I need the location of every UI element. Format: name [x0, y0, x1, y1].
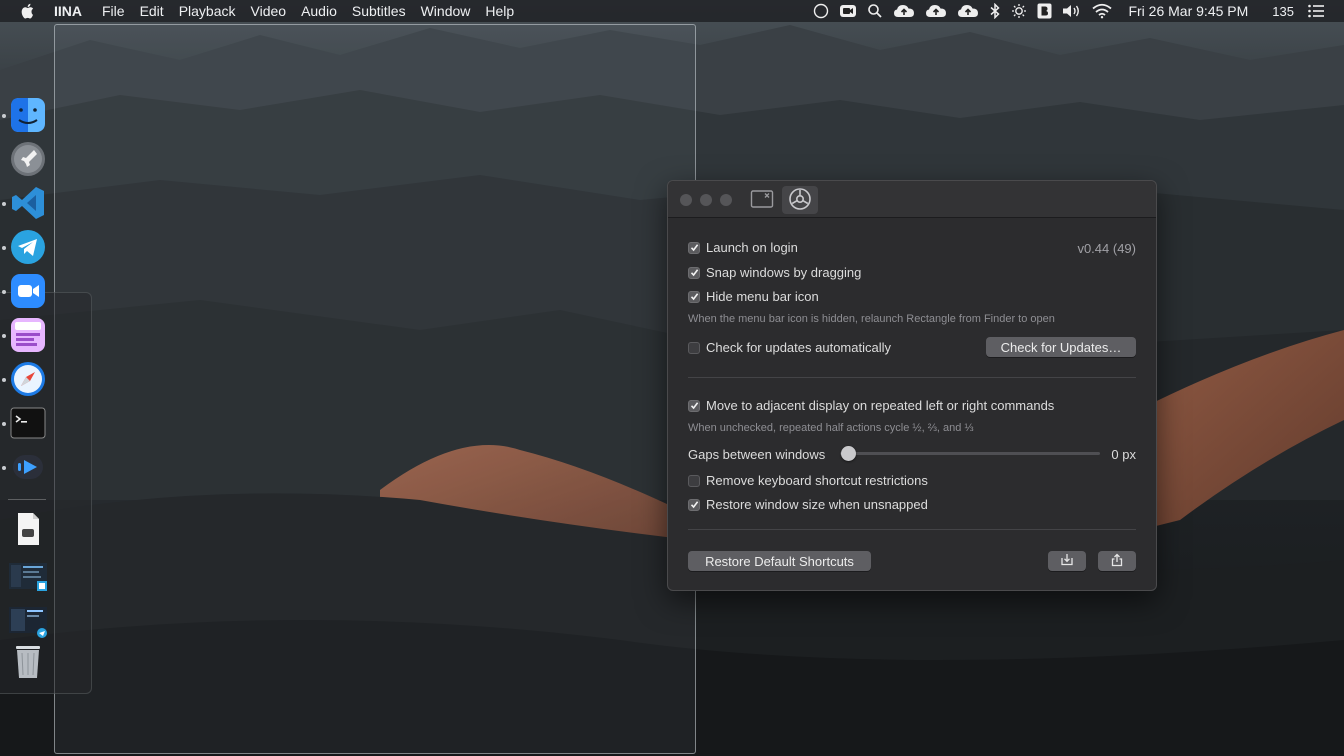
launch-on-login-checkbox[interactable]: [688, 241, 700, 254]
restore-size-label: Restore window size when unsnapped: [706, 497, 928, 512]
running-indicator: [2, 246, 6, 250]
menu-app-name[interactable]: IINA: [54, 0, 82, 22]
minimize-button[interactable]: [700, 194, 712, 206]
brightness-icon[interactable]: [1011, 0, 1027, 22]
hide-menu-icon-checkbox[interactable]: [688, 290, 700, 303]
hide-menu-icon-hint: When the menu bar icon is hidden, relaun…: [688, 313, 1055, 325]
cloud-upload-icon[interactable]: [893, 0, 915, 22]
version-label: v0.44 (49): [1077, 241, 1136, 256]
check-updates-row[interactable]: Check for updates automatically: [688, 340, 891, 355]
snap-windows-label: Snap windows by dragging: [706, 265, 862, 280]
window-titlebar: [668, 181, 1156, 218]
restore-size-row[interactable]: Restore window size when unsnapped: [688, 497, 928, 512]
import-icon: [1060, 553, 1074, 569]
section-divider: [688, 529, 1136, 530]
b-app-icon[interactable]: [1037, 0, 1052, 22]
move-adjacent-hint: When unchecked, repeated half actions cy…: [688, 422, 974, 434]
snap-preview-overlay: [54, 24, 696, 754]
remove-restrictions-row[interactable]: Remove keyboard shortcut restrictions: [688, 473, 928, 488]
menu-subtitles[interactable]: Subtitles: [352, 0, 406, 22]
gaps-slider-knob[interactable]: [841, 446, 856, 461]
launch-on-login-label: Launch on login: [706, 240, 798, 255]
gaps-slider-track[interactable]: [840, 452, 1100, 455]
menu-counter[interactable]: 135: [1272, 4, 1294, 19]
section-divider: [688, 377, 1136, 378]
launchpad-icon[interactable]: [9, 140, 47, 178]
menu-video[interactable]: Video: [251, 0, 287, 22]
gaps-label: Gaps between windows: [688, 447, 826, 462]
running-indicator: [2, 422, 6, 426]
running-indicator: [2, 466, 6, 470]
desktop: IINA File Edit Playback Video Audio Subt…: [0, 0, 1344, 756]
check-updates-checkbox[interactable]: [688, 341, 700, 354]
apple-icon[interactable]: [20, 3, 36, 19]
clock-circle-icon[interactable]: [813, 0, 829, 22]
snap-windows-checkbox[interactable]: [688, 266, 700, 279]
keyboard-window-icon: [750, 189, 774, 212]
snap-windows-row[interactable]: Snap windows by dragging: [688, 265, 861, 280]
menu-playback[interactable]: Playback: [179, 0, 236, 22]
running-indicator: [2, 202, 6, 206]
menu-audio[interactable]: Audio: [301, 0, 337, 22]
restore-size-checkbox[interactable]: [688, 498, 700, 511]
menu-window[interactable]: Window: [421, 0, 471, 22]
notes-app-icon[interactable]: [9, 316, 47, 354]
menu-help[interactable]: Help: [485, 0, 514, 22]
search-icon[interactable]: [867, 0, 883, 22]
wifi-icon[interactable]: [1092, 0, 1113, 22]
running-indicator: [2, 334, 6, 338]
gaps-value: 0 px: [1111, 447, 1136, 462]
move-adjacent-row[interactable]: Move to adjacent display on repeated lef…: [688, 398, 1054, 413]
restore-default-shortcuts-button[interactable]: Restore Default Shortcuts: [688, 551, 871, 571]
running-indicator: [2, 290, 6, 294]
move-adjacent-checkbox[interactable]: [688, 399, 700, 412]
window-thumbnail-icon[interactable]: [9, 560, 47, 598]
menu-bar: IINA File Edit Playback Video Audio Subt…: [0, 0, 1344, 22]
remove-restrictions-label: Remove keyboard shortcut restrictions: [706, 473, 928, 488]
cloud-upload-icon[interactable]: [957, 0, 979, 22]
tab-general-settings[interactable]: [782, 186, 818, 214]
check-updates-label: Check for updates automatically: [706, 340, 891, 355]
share-icon: [1110, 553, 1124, 570]
telegram-icon[interactable]: [9, 228, 47, 266]
terminal-icon[interactable]: [9, 404, 47, 442]
zoom-icon[interactable]: [9, 272, 47, 310]
tab-shortcuts[interactable]: [744, 186, 780, 214]
iina-icon[interactable]: [9, 448, 47, 486]
status-area: Fri 26 Mar 9:45 PM 135: [813, 0, 1344, 22]
running-indicator: [2, 114, 6, 118]
running-indicator: [2, 378, 6, 382]
vscode-icon[interactable]: [9, 184, 47, 222]
hide-menu-icon-label: Hide menu bar icon: [706, 289, 819, 304]
dock-separator: [8, 499, 46, 500]
import-button[interactable]: [1048, 551, 1086, 571]
list-icon[interactable]: [1308, 0, 1324, 22]
remove-restrictions-checkbox[interactable]: [688, 474, 700, 487]
rectangle-preferences-window: v0.44 (49) Launch on login Snap windows …: [667, 180, 1157, 591]
zoom-button[interactable]: [720, 194, 732, 206]
volume-icon[interactable]: [1062, 0, 1082, 22]
close-button[interactable]: [680, 194, 692, 206]
bluetooth-icon[interactable]: [989, 0, 1001, 22]
check-for-updates-button[interactable]: Check for Updates…: [986, 337, 1136, 357]
menu-file[interactable]: File: [102, 0, 125, 22]
cloud-upload-icon[interactable]: [925, 0, 947, 22]
finder-icon[interactable]: [9, 96, 47, 134]
menu-clock[interactable]: Fri 26 Mar 9:45 PM: [1128, 3, 1248, 19]
menu-edit[interactable]: Edit: [140, 0, 164, 22]
hide-menu-icon-row[interactable]: Hide menu bar icon: [688, 289, 819, 304]
safari-icon[interactable]: [9, 360, 47, 398]
window-thumbnail-icon[interactable]: [9, 604, 47, 642]
move-adjacent-label: Move to adjacent display on repeated lef…: [706, 398, 1055, 413]
trash-icon[interactable]: [9, 642, 47, 680]
export-button[interactable]: [1098, 551, 1136, 571]
gear-icon: [788, 187, 812, 214]
launch-on-login-row[interactable]: Launch on login: [688, 240, 798, 255]
document-icon[interactable]: [9, 510, 47, 548]
zoom-icon[interactable]: [839, 0, 857, 22]
